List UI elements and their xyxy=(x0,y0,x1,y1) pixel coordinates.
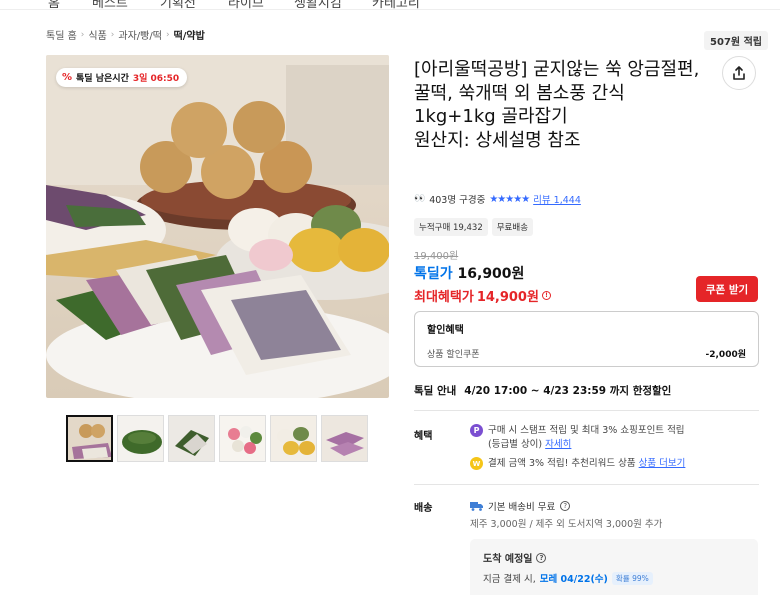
shipping-base: 기본 배송비 무료 ? xyxy=(470,499,571,513)
review-link[interactable]: 리뷰 1,444 xyxy=(533,192,581,206)
benefit-label: 혜택 xyxy=(414,431,433,442)
point-icon: P xyxy=(470,424,483,437)
info-icon[interactable]: ? xyxy=(536,552,547,563)
deal-timer-chip: % 톡딜 남은시간 3일 06:50 xyxy=(56,68,188,87)
breadcrumb: 톡딜 홈 › 식품 › 과자/빵/떡 › 떡/약밥 xyxy=(46,27,205,43)
max-benefit-price: 14,900원 xyxy=(476,290,539,305)
product-main-image[interactable]: % 톡딜 남은시간 3일 06:50 xyxy=(46,55,389,398)
benefit-line-reward: W 결제 금액 3% 적립! 추천리워드 상품 상품 더보기 xyxy=(470,457,685,471)
nav-item[interactable]: 홈 xyxy=(48,0,60,11)
chevron-right-icon: › xyxy=(165,29,170,40)
watchers-count: 403명 구경중 xyxy=(429,195,486,206)
breadcrumb-item[interactable]: 톡딜 홈 xyxy=(46,27,77,42)
arrival-probability-badge: 확률 99% xyxy=(611,571,653,585)
eyes-icon: 👀 xyxy=(414,194,426,204)
nav-item[interactable]: 베스트 xyxy=(92,0,128,11)
arrival-heading-row: 도착 예정일 ? xyxy=(483,550,745,565)
thumbnail[interactable] xyxy=(117,415,164,462)
thumbnail[interactable] xyxy=(219,415,266,462)
discount-row: 상품 할인쿠폰 -2,000원 xyxy=(427,347,746,360)
info-icon[interactable]: ? xyxy=(560,501,571,511)
thumbnail-image xyxy=(271,416,316,461)
deal-info-period: 4/20 17:00 ~ 4/23 23:59 까지 한정할인 xyxy=(464,385,672,397)
share-icon xyxy=(733,66,745,80)
thumbnail[interactable] xyxy=(321,415,368,462)
discount-percent-icon: % xyxy=(62,72,73,83)
deal-info-label: 톡딜 안내 xyxy=(414,385,457,397)
nav-item[interactable]: 생활지킴 xyxy=(294,0,342,11)
benefit-line-points: P 구매 시 스탬프 적립 및 최대 3% 쇼핑포인트 적립 (등급별 상이) … xyxy=(470,424,685,452)
divider xyxy=(414,410,759,411)
rice-cake-illustration xyxy=(46,55,389,398)
breadcrumb-item[interactable]: 식품 xyxy=(88,27,106,42)
review-summary: 👀 403명 구경중 ★★★★★ 리뷰 1,444 xyxy=(414,192,581,207)
tag-list: 누적구매 19,432 무료배송 xyxy=(414,218,534,236)
share-button[interactable] xyxy=(722,56,756,90)
thumbnail-strip xyxy=(66,415,368,462)
arrival-row: 지금 결제 시, 모레 04/22(수) 확률 99% xyxy=(483,571,745,585)
more-products-link[interactable]: 상품 더보기 xyxy=(639,458,686,469)
arrival-date: 모레 04/22(수) xyxy=(539,574,608,585)
thumbnail-image xyxy=(322,416,367,461)
breadcrumb-item[interactable]: 과자/빵/떡 xyxy=(118,27,162,42)
tag-badge: 무료배송 xyxy=(491,218,534,236)
nav-item[interactable]: 카테고리 xyxy=(372,0,420,11)
shipping-label: 배송 xyxy=(414,503,433,514)
discount-row-label: 상품 할인쿠폰 xyxy=(427,350,480,360)
discount-heading: 할인혜택 xyxy=(427,325,464,336)
reward-icon: W xyxy=(470,457,483,470)
shipping-base-text: 기본 배송비 무료 xyxy=(488,502,556,513)
chevron-right-icon: › xyxy=(80,29,85,40)
nav-item[interactable]: 라이브 xyxy=(228,0,264,11)
top-nav: 홈 베스트 기획전 라이브 생활지킴 카테고리 xyxy=(0,0,780,11)
benefit-text: (등급별 상이) xyxy=(488,439,543,450)
thumbnail-image xyxy=(220,416,265,461)
thumbnail[interactable] xyxy=(66,415,113,462)
tag-badge: 누적구매 19,432 xyxy=(414,218,488,236)
max-benefit-row: 최대혜택가 14,900원 ! xyxy=(414,286,551,305)
arrival-estimate-box: 도착 예정일 ? 지금 결제 시, 모레 04/22(수) 확률 99% xyxy=(470,539,758,595)
thumbnail-image xyxy=(118,416,163,461)
star-rating-icon: ★★★★★ xyxy=(489,193,530,205)
arrival-prefix: 지금 결제 시, xyxy=(483,574,536,585)
truck-icon xyxy=(470,502,483,511)
thumbnail-image xyxy=(169,416,214,461)
benefit-text: 결제 금액 3% 적립! 추천리워드 상품 xyxy=(488,458,636,469)
timer-value: 3일 06:50 xyxy=(132,74,180,84)
discount-row-amount: -2,000원 xyxy=(705,350,746,360)
original-price: 19,400원 xyxy=(414,251,459,262)
deal-price-row: 톡딜가 16,900원 xyxy=(414,263,524,283)
product-title: [아리울떡공방] 굳지않는 쑥 앙금절편, 꿀떡, 쑥개떡 외 봄소풍 간식 1… xyxy=(414,59,700,151)
nav-item[interactable]: 기획전 xyxy=(160,0,196,11)
thumbnail[interactable] xyxy=(270,415,317,462)
timer-label: 톡딜 남은시간 xyxy=(76,74,129,84)
deal-info: 톡딜 안내 4/20 17:00 ~ 4/23 23:59 까지 한정할인 xyxy=(414,383,671,398)
thumbnail[interactable] xyxy=(168,415,215,462)
deal-price: 16,900원 xyxy=(457,266,525,282)
discount-benefit-box: 할인혜택 상품 할인쿠폰 -2,000원 xyxy=(414,311,759,367)
divider xyxy=(414,484,759,485)
shipping-extra: 제주 3,000원 / 제주 외 도서지역 3,000원 추가 xyxy=(470,519,663,530)
chevron-right-icon: › xyxy=(110,29,115,40)
details-link[interactable]: 자세히 xyxy=(545,439,571,450)
benefit-text: 구매 시 스탬프 적립 및 최대 3% 쇼핑포인트 적립 xyxy=(488,425,685,436)
info-icon[interactable]: ! xyxy=(541,291,551,300)
points-badge: 507원 적립 xyxy=(704,31,768,50)
coupon-button[interactable]: 쿠폰 받기 xyxy=(696,276,758,302)
breadcrumb-item[interactable]: 떡/약밥 xyxy=(174,27,205,42)
max-benefit-label: 최대혜택가 xyxy=(414,290,474,305)
deal-price-label: 톡딜가 xyxy=(414,266,453,282)
arrival-heading: 도착 예정일 xyxy=(483,554,533,565)
thumbnail-image xyxy=(68,417,111,460)
